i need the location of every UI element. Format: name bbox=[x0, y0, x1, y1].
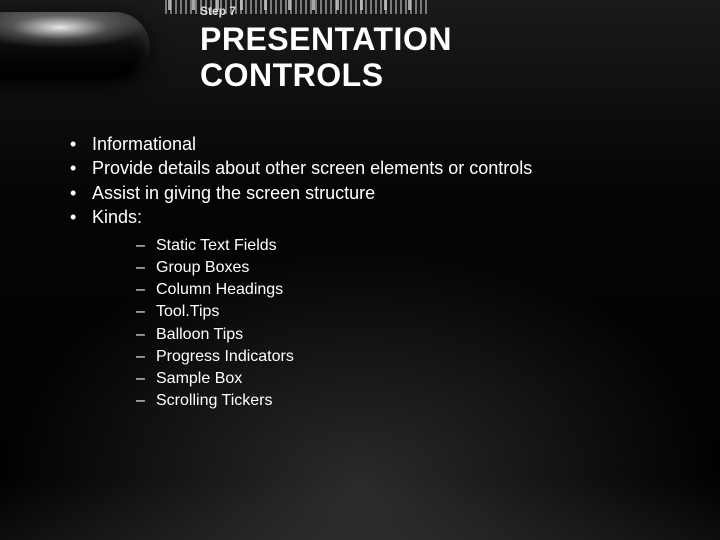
list-item: Informational bbox=[60, 132, 680, 156]
bullet-text: Tool.Tips bbox=[156, 303, 219, 320]
list-item: Kinds: Static Text Fields Group Boxes Co… bbox=[60, 205, 680, 412]
list-item: Static Text Fields bbox=[128, 235, 680, 257]
bullet-text: Balloon Tips bbox=[156, 326, 243, 343]
bullet-text: Progress Indicators bbox=[156, 348, 294, 365]
bullet-text: Column Headings bbox=[156, 281, 283, 298]
list-item: Assist in giving the screen structure bbox=[60, 181, 680, 205]
bullet-text: Group Boxes bbox=[156, 259, 249, 276]
bullet-text: Informational bbox=[92, 134, 196, 154]
list-item: Group Boxes bbox=[128, 257, 680, 279]
bullet-list: Informational Provide details about othe… bbox=[60, 132, 680, 412]
list-item: Progress Indicators bbox=[128, 346, 680, 368]
list-item: Scrolling Tickers bbox=[128, 390, 680, 412]
floor-gradient-icon bbox=[0, 480, 720, 540]
bullet-text: Kinds: bbox=[92, 207, 142, 227]
title-line-2: CONTROLS bbox=[200, 57, 384, 93]
title-line-1: PRESENTATION bbox=[200, 21, 452, 57]
list-item: Balloon Tips bbox=[128, 324, 680, 346]
bullet-text: Provide details about other screen eleme… bbox=[92, 158, 532, 178]
top-ruler-major-icon bbox=[0, 0, 720, 10]
list-item: Sample Box bbox=[128, 368, 680, 390]
list-item: Provide details about other screen eleme… bbox=[60, 156, 680, 180]
slide-title: PRESENTATION CONTROLS bbox=[200, 22, 452, 94]
list-item: Tool.Tips bbox=[128, 301, 680, 323]
step-label: Step 7 bbox=[200, 4, 236, 18]
list-item: Column Headings bbox=[128, 279, 680, 301]
bullet-text: Sample Box bbox=[156, 370, 242, 387]
slide-body: Informational Provide details about othe… bbox=[60, 132, 680, 412]
bullet-text: Static Text Fields bbox=[156, 237, 277, 254]
bullet-text: Assist in giving the screen structure bbox=[92, 183, 375, 203]
kinds-list: Static Text Fields Group Boxes Column He… bbox=[92, 235, 680, 412]
bullet-text: Scrolling Tickers bbox=[156, 392, 272, 409]
slide: Step 7 PRESENTATION CONTROLS Information… bbox=[0, 0, 720, 540]
decorative-pill-icon bbox=[0, 12, 150, 82]
